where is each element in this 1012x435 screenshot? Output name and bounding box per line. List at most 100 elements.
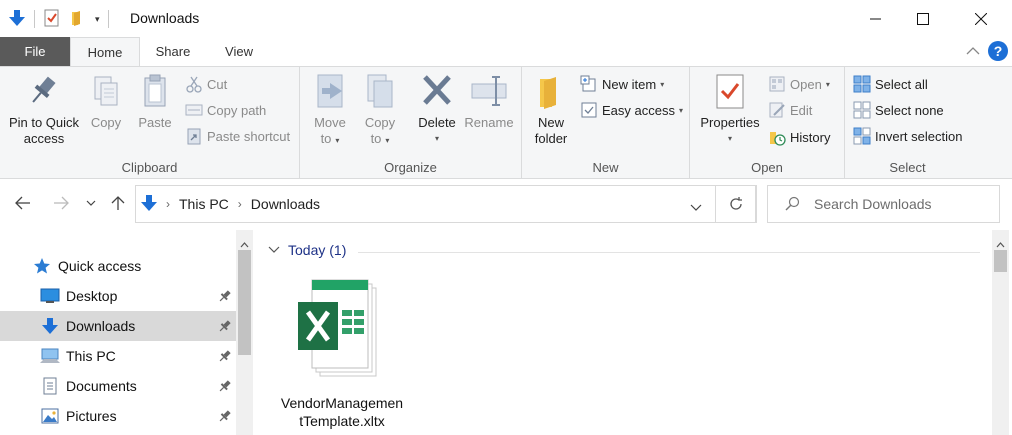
file-list-scroll-thumb[interactable]	[994, 250, 1007, 272]
pin-icon[interactable]	[218, 289, 232, 306]
paste-shortcut-button[interactable]: Paste shortcut	[185, 125, 290, 147]
minimize-button[interactable]	[853, 0, 899, 37]
nav-item-pictures[interactable]: Pictures	[0, 401, 236, 431]
delete-label: Delete	[418, 115, 456, 130]
pictures-icon	[40, 407, 60, 425]
address-bar[interactable]: › This PC › Downloads	[135, 185, 756, 223]
pin-icon[interactable]	[218, 319, 232, 336]
select-group-label: Select	[889, 160, 926, 175]
organize-group: Move to ▾ Copy to ▾ Delete ▾ Rename Organi…	[300, 67, 522, 179]
address-history-dropdown-icon[interactable]	[690, 200, 702, 215]
copy-to-label-line1: Copy	[364, 115, 396, 130]
copy-to-icon	[362, 73, 398, 111]
nav-item-quick-access[interactable]: Quick access	[0, 251, 236, 281]
file-list-scrollbar[interactable]	[992, 230, 1009, 435]
ribbon-tab-bar: File Home Share View ?	[0, 37, 1012, 67]
file-list-pane: Today (1) VendorManagementTemplate.xltx	[254, 230, 1012, 435]
download-arrow-icon[interactable]	[8, 9, 26, 30]
paste-shortcut-label: Paste shortcut	[207, 128, 291, 144]
recent-locations-button[interactable]	[82, 192, 100, 214]
delete-dropdown-icon[interactable]: ▾	[414, 131, 460, 147]
breadcrumb-this-pc[interactable]: This PC	[179, 196, 229, 212]
breadcrumb-downloads[interactable]: Downloads	[251, 196, 320, 212]
breadcrumb-chevron-icon[interactable]: ›	[238, 197, 242, 211]
excel-template-icon	[294, 276, 390, 386]
move-to-label-line1: Move	[314, 115, 346, 130]
breadcrumb-chevron-icon[interactable]: ›	[166, 197, 170, 211]
collapse-ribbon-icon[interactable]	[966, 44, 980, 59]
easy-access-icon	[581, 102, 597, 118]
tab-file[interactable]: File	[0, 37, 70, 66]
move-to-label-line2: to ▾	[320, 131, 340, 146]
tab-home[interactable]: Home	[70, 37, 140, 67]
copy-button[interactable]: Copy	[86, 73, 126, 131]
cut-button[interactable]: Cut	[185, 73, 227, 95]
customize-qat-dropdown-icon[interactable]: ▾	[95, 14, 100, 25]
rename-button[interactable]: Rename	[462, 73, 516, 131]
new-folder-icon[interactable]	[69, 9, 87, 30]
search-input[interactable]: Search Downloads	[767, 185, 1000, 223]
forward-arrow-icon	[54, 196, 69, 210]
nav-pane-scrollbar[interactable]	[236, 230, 253, 435]
properties-button[interactable]: Properties ▾	[696, 73, 764, 147]
pin-icon[interactable]	[218, 379, 232, 396]
forward-button[interactable]	[50, 192, 72, 214]
history-button[interactable]: History	[768, 126, 830, 148]
close-button[interactable]	[958, 0, 1004, 37]
maximize-button[interactable]	[900, 0, 946, 37]
easy-access-dropdown-icon: ▾	[678, 105, 683, 115]
copy-path-button[interactable]: Copy path	[185, 99, 266, 121]
open-dropdown-icon: ▾	[825, 79, 830, 89]
quick-access-toolbar: ▾	[8, 8, 117, 30]
tab-view[interactable]: View	[206, 37, 272, 66]
pin-icon[interactable]	[218, 409, 232, 426]
refresh-button[interactable]	[715, 185, 757, 223]
properties-dropdown-icon[interactable]: ▾	[696, 131, 764, 147]
delete-button[interactable]: Delete ▾	[414, 73, 460, 147]
select-all-button[interactable]: Select all	[853, 73, 928, 95]
nav-item-label: Desktop	[66, 288, 118, 304]
nav-item-this-pc[interactable]: This PC	[0, 341, 236, 371]
new-item-button[interactable]: New item ▾	[580, 73, 664, 95]
scroll-up-icon[interactable]	[996, 236, 1005, 251]
download-arrow-icon	[40, 317, 60, 335]
properties-icon[interactable]	[43, 9, 61, 30]
qat-separator	[107, 10, 109, 28]
open-label: Open	[790, 76, 822, 92]
search-icon	[785, 196, 800, 211]
edit-button[interactable]: Edit	[768, 99, 812, 121]
pin-icon	[28, 73, 60, 111]
tab-share[interactable]: Share	[140, 37, 206, 66]
paste-button[interactable]: Paste	[133, 73, 177, 131]
back-button[interactable]	[12, 192, 34, 214]
new-folder-button[interactable]: New folder	[528, 73, 574, 147]
edit-label: Edit	[790, 102, 813, 118]
group-header-today[interactable]: Today (1)	[268, 242, 346, 258]
new-item-label: New item	[602, 76, 657, 92]
easy-access-button[interactable]: Easy access ▾	[580, 99, 683, 121]
nav-item-downloads[interactable]: Downloads	[0, 311, 236, 341]
ribbon-home: Pin to Quick access Copy Paste Cut Copy …	[0, 66, 1012, 179]
nav-item-desktop[interactable]: Desktop	[0, 281, 236, 311]
rename-label: Rename	[464, 115, 514, 130]
invert-selection-button[interactable]: Invert selection	[853, 125, 962, 147]
nav-pane-scroll-thumb[interactable]	[238, 250, 251, 355]
invert-selection-label: Invert selection	[875, 128, 963, 144]
rename-icon	[470, 73, 508, 111]
copy-to-button[interactable]: Copy to ▾	[358, 73, 402, 149]
star-icon	[32, 257, 52, 275]
clipboard-group: Pin to Quick access Copy Paste Cut Copy …	[0, 67, 300, 179]
help-icon[interactable]: ?	[988, 41, 1008, 61]
history-icon	[770, 132, 786, 146]
cut-label: Cut	[207, 76, 228, 92]
pin-to-quick-access-button[interactable]: Pin to Quick access	[2, 73, 86, 147]
up-button[interactable]	[107, 192, 129, 214]
open-button[interactable]: Open ▾	[768, 73, 830, 95]
file-name: VendorManagementTemplate.xltx	[280, 395, 404, 429]
nav-item-documents[interactable]: Documents	[0, 371, 236, 401]
select-none-button[interactable]: Select none	[853, 99, 944, 121]
scroll-up-icon[interactable]	[240, 236, 249, 251]
file-item[interactable]: VendorManagementTemplate.xltx	[280, 276, 404, 430]
move-to-button[interactable]: Move to ▾	[308, 73, 352, 149]
pin-icon[interactable]	[218, 349, 232, 366]
